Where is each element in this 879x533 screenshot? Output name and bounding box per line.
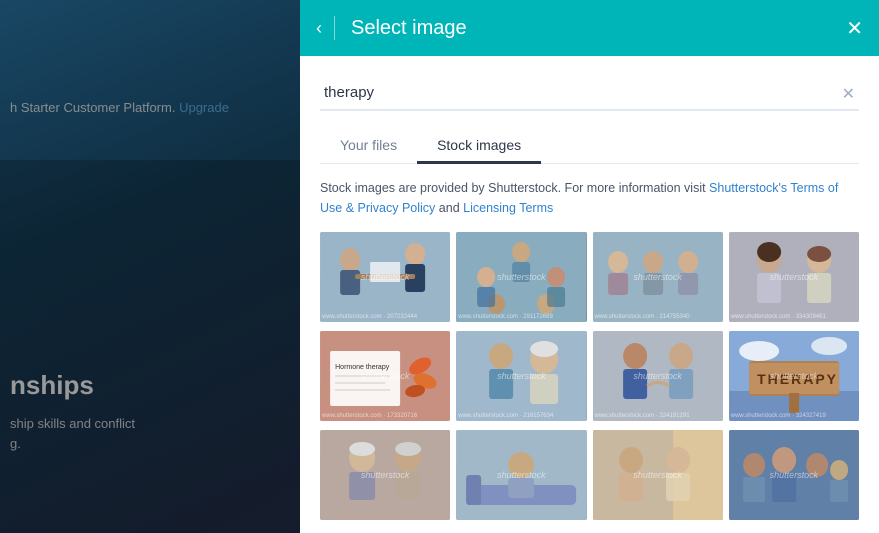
- svg-text:THERAPY: THERAPY: [757, 371, 838, 387]
- licensing-terms-link[interactable]: Licensing Terms: [463, 201, 553, 215]
- image-id: www.shutterstock.com · 291172689: [458, 314, 553, 320]
- image-item[interactable]: shutterstock: [729, 430, 859, 520]
- tab-stock-images[interactable]: Stock images: [417, 129, 541, 164]
- select-image-modal: ‹ Select image ✕ ✕ Your files Stock imag…: [300, 0, 879, 533]
- image-item[interactable]: shutterstock www.shutterstock.com · 2161…: [456, 331, 586, 421]
- image-id: www.shutterstock.com · 216157634: [458, 413, 553, 419]
- modal-body: ✕ Your files Stock images Stock images a…: [300, 56, 879, 533]
- search-clear-button[interactable]: ✕: [842, 84, 855, 104]
- back-button[interactable]: ‹: [316, 18, 322, 39]
- image-item[interactable]: shutterstock www.shutterstock.com · 3343…: [729, 232, 859, 322]
- image-id: www.shutterstock.com · 334309461: [731, 314, 826, 320]
- image-grid: shutterstock www.shutterstock.com · 2072…: [320, 232, 859, 523]
- close-button[interactable]: ✕: [846, 16, 863, 41]
- image-item[interactable]: shutterstock www.shutterstock.com · 3241…: [593, 331, 723, 421]
- image-item[interactable]: shutterstock www.shutterstock.com · 2911…: [456, 232, 586, 322]
- image-item[interactable]: Hormone therapy shutterstock www.shutter…: [320, 331, 450, 421]
- image-id: www.shutterstock.com · 173320716: [322, 413, 417, 419]
- image-item[interactable]: shutterstock: [593, 430, 723, 520]
- image-item[interactable]: shutterstock: [456, 430, 586, 520]
- image-item[interactable]: shutterstock: [320, 430, 450, 520]
- search-input[interactable]: [320, 76, 859, 111]
- header-divider: [334, 16, 335, 40]
- image-item[interactable]: shutterstock www.shutterstock.com · 2072…: [320, 232, 450, 322]
- stock-info-text: Stock images are provided by Shutterstoc…: [320, 178, 859, 218]
- modal-header: ‹ Select image ✕: [300, 0, 879, 56]
- modal-title: Select image: [351, 17, 846, 40]
- svg-text:Hormone therapy: Hormone therapy: [335, 364, 390, 371]
- image-item[interactable]: THERAPY shutterstock www.shutterstock.co…: [729, 331, 859, 421]
- image-id: www.shutterstock.com · 207232444: [322, 314, 417, 320]
- image-id: www.shutterstock.com · 324327419: [731, 413, 826, 419]
- tab-your-files[interactable]: Your files: [320, 129, 417, 164]
- image-item[interactable]: shutterstock www.shutterstock.com · 2147…: [593, 232, 723, 322]
- image-id: www.shutterstock.com · 214755340: [595, 314, 690, 320]
- search-container: ✕: [320, 76, 859, 111]
- image-id: www.shutterstock.com · 324191291: [595, 413, 690, 419]
- tabs-container: Your files Stock images: [320, 129, 859, 164]
